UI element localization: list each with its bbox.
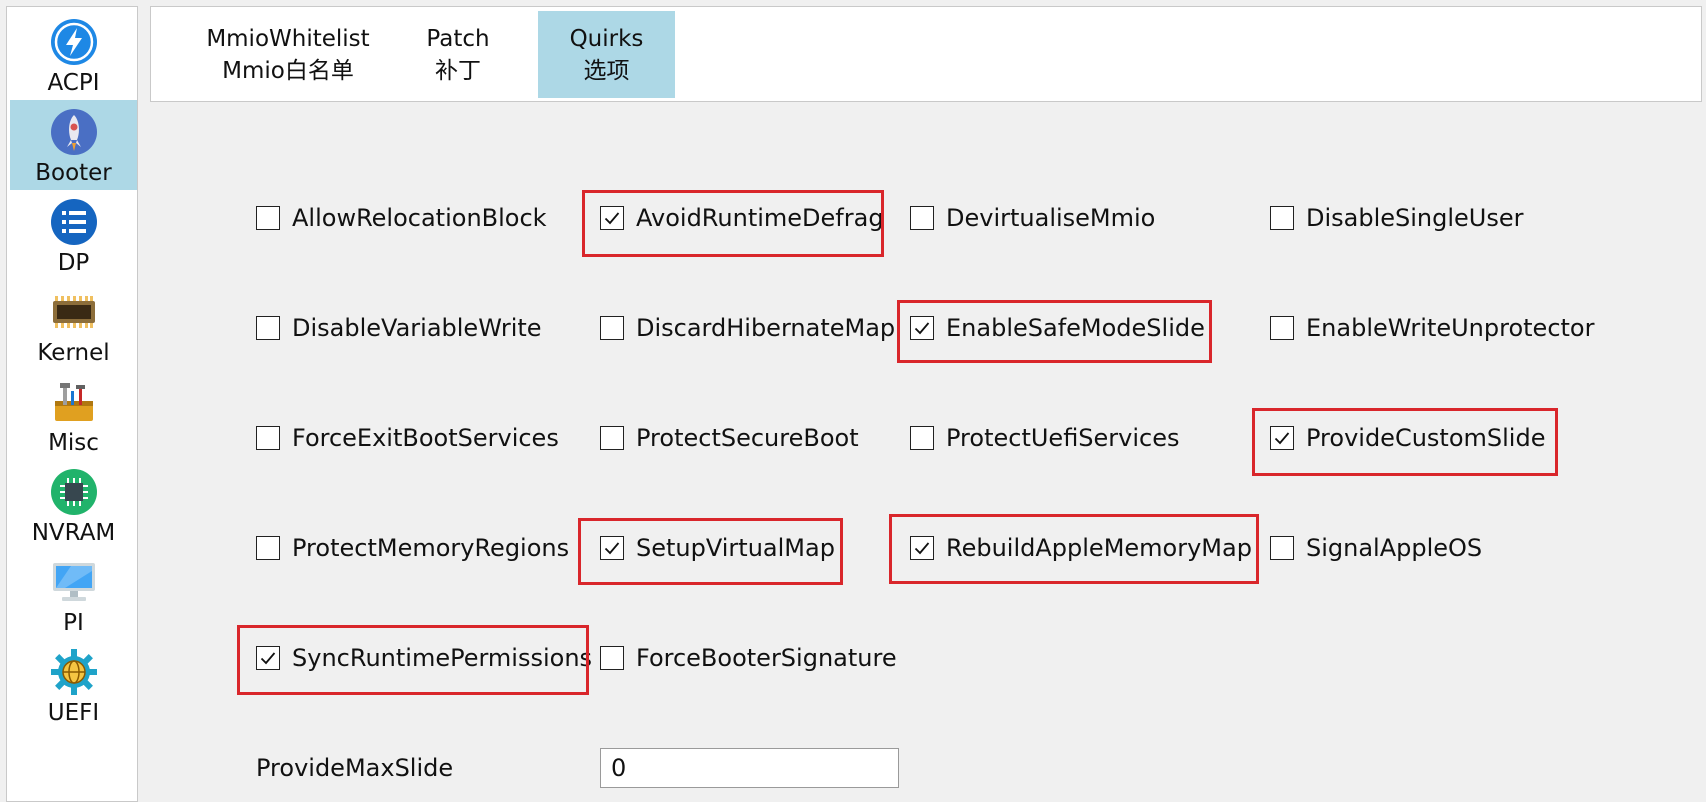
checkbox-unchecked-icon[interactable] [910, 206, 934, 230]
quirk-checkbox-disable-single-user[interactable]: DisableSingleUser [1270, 198, 1524, 238]
checkbox-unchecked-icon[interactable] [256, 426, 280, 450]
checkbox-unchecked-icon[interactable] [1270, 316, 1294, 340]
sidebar-item-label: UEFI [47, 700, 100, 726]
quirk-label: AllowRelocationBlock [292, 204, 547, 232]
checkbox-checked-icon[interactable] [910, 536, 934, 560]
sidebar-item-uefi[interactable]: UEFI [10, 640, 137, 730]
quirk-label: SetupVirtualMap [636, 534, 835, 562]
quirk-label: ProtectMemoryRegions [292, 534, 570, 562]
sidebar-item-label: NVRAM [31, 520, 116, 546]
quirk-checkbox-provide-custom-slide[interactable]: ProvideCustomSlide [1270, 418, 1545, 458]
tab-quirks[interactable]: Quirks 选项 [538, 11, 675, 98]
sidebar-item-label: ACPI [47, 70, 100, 96]
quirk-label: SyncRuntimePermissions [292, 644, 593, 672]
quirk-checkbox-rebuild-apple-memory-map[interactable]: RebuildAppleMemoryMap [910, 528, 1252, 568]
quirk-label: EnableWriteUnprotector [1306, 314, 1595, 342]
quirk-checkbox-enable-safe-mode-slide[interactable]: EnableSafeModeSlide [910, 308, 1205, 348]
tab-mmio-whitelist[interactable]: MmioWhitelist Mmio白名单 [199, 11, 377, 98]
tab-label-line1: MmioWhitelist [206, 25, 370, 52]
quirk-label: AvoidRuntimeDefrag [636, 204, 884, 232]
checkbox-checked-icon[interactable] [600, 536, 624, 560]
tab-label-line2: 补丁 [435, 57, 481, 84]
quirk-checkbox-protect-uefi-services[interactable]: ProtectUefiServices [910, 418, 1180, 458]
acpi-bolt-icon [48, 16, 100, 68]
quirk-checkbox-signal-apple-os[interactable]: SignalAppleOS [1270, 528, 1482, 568]
quirk-checkbox-force-exit-boot-services[interactable]: ForceExitBootServices [256, 418, 559, 458]
quirk-checkbox-discard-hibernate-map[interactable]: DiscardHibernateMap [600, 308, 895, 348]
quirk-checkbox-devirtualise-mmio[interactable]: DevirtualiseMmio [910, 198, 1155, 238]
sidebar-item-nvram[interactable]: NVRAM [10, 460, 137, 550]
quirk-label: DevirtualiseMmio [946, 204, 1156, 232]
sidebar-item-acpi[interactable]: ACPI [10, 10, 137, 100]
checkbox-unchecked-icon[interactable] [1270, 536, 1294, 560]
checkbox-checked-icon[interactable] [1270, 426, 1294, 450]
misc-toolbox-icon [48, 376, 100, 428]
sidebar-item-pi[interactable]: PI [10, 550, 137, 640]
sidebar: ACPI Booter DP Kernel Misc NVRAM PI UEFI [6, 6, 138, 802]
kernel-chip-icon [48, 286, 100, 338]
quirk-checkbox-sync-runtime-permissions[interactable]: SyncRuntimePermissions [256, 638, 592, 678]
sidebar-item-dp[interactable]: DP [10, 190, 137, 280]
quirk-label: DisableVariableWrite [292, 314, 542, 342]
checkbox-unchecked-icon[interactable] [600, 316, 624, 340]
checkbox-unchecked-icon[interactable] [256, 536, 280, 560]
checkbox-unchecked-icon[interactable] [600, 646, 624, 670]
nvram-chip-icon [48, 466, 100, 518]
quirk-checkbox-avoid-runtime-defrag[interactable]: AvoidRuntimeDefrag [600, 198, 884, 238]
sidebar-item-booter[interactable]: Booter [10, 100, 137, 190]
checkbox-unchecked-icon[interactable] [910, 426, 934, 450]
quirk-label: ProvideCustomSlide [1306, 424, 1546, 452]
checkbox-checked-icon[interactable] [600, 206, 624, 230]
sidebar-item-label: Kernel [37, 340, 110, 366]
sidebar-item-label: PI [63, 610, 84, 636]
tab-bar: MmioWhitelist Mmio白名单 Patch 补丁 Quirks 选项 [150, 6, 1702, 102]
sidebar-item-kernel[interactable]: Kernel [10, 280, 137, 370]
sidebar-item-label: Booter [35, 160, 112, 186]
provide-max-slide-label: ProvideMaxSlide [256, 754, 454, 782]
tab-label-line1: Quirks [569, 25, 644, 52]
quirk-checkbox-disable-variable-write[interactable]: DisableVariableWrite [256, 308, 542, 348]
checkbox-checked-icon[interactable] [910, 316, 934, 340]
checkbox-unchecked-icon[interactable] [256, 206, 280, 230]
quirk-label: EnableSafeModeSlide [946, 314, 1205, 342]
quirk-label: ProtectSecureBoot [636, 424, 859, 452]
dp-list-icon [48, 196, 100, 248]
quirk-checkbox-enable-write-unprotector[interactable]: EnableWriteUnprotector [1270, 308, 1594, 348]
quirk-checkbox-protect-secure-boot[interactable]: ProtectSecureBoot [600, 418, 859, 458]
tab-patch[interactable]: Patch 补丁 [409, 11, 507, 98]
quirk-label: ForceBooterSignature [636, 644, 897, 672]
tab-label-line2: 选项 [583, 57, 630, 84]
quirk-checkbox-force-booter-signature[interactable]: ForceBooterSignature [600, 638, 897, 678]
checkbox-checked-icon[interactable] [256, 646, 280, 670]
booter-rocket-icon [48, 106, 100, 158]
checkbox-unchecked-icon[interactable] [600, 426, 624, 450]
pi-monitor-icon [48, 556, 100, 608]
quirk-label: RebuildAppleMemoryMap [946, 534, 1252, 562]
sidebar-item-label: Misc [48, 430, 99, 456]
quirk-checkbox-protect-memory-regions[interactable]: ProtectMemoryRegions [256, 528, 569, 568]
quirk-label: SignalAppleOS [1306, 534, 1483, 562]
sidebar-item-label: DP [57, 250, 90, 276]
tab-label-line2: Mmio白名单 [222, 57, 354, 84]
quirk-label: DisableSingleUser [1306, 204, 1524, 232]
quirk-checkbox-allow-relocation-block[interactable]: AllowRelocationBlock [256, 198, 547, 238]
quirk-label: ProtectUefiServices [946, 424, 1180, 452]
provide-max-slide-input[interactable] [600, 748, 899, 788]
checkbox-unchecked-icon[interactable] [256, 316, 280, 340]
uefi-globe-gear-icon [48, 646, 100, 698]
checkbox-unchecked-icon[interactable] [1270, 206, 1294, 230]
tab-label-line1: Patch [426, 25, 490, 52]
quirk-checkbox-setup-virtual-map[interactable]: SetupVirtualMap [600, 528, 835, 568]
quirk-label: DiscardHibernateMap [636, 314, 896, 342]
sidebar-item-misc[interactable]: Misc [10, 370, 137, 460]
quirk-label: ForceExitBootServices [292, 424, 559, 452]
